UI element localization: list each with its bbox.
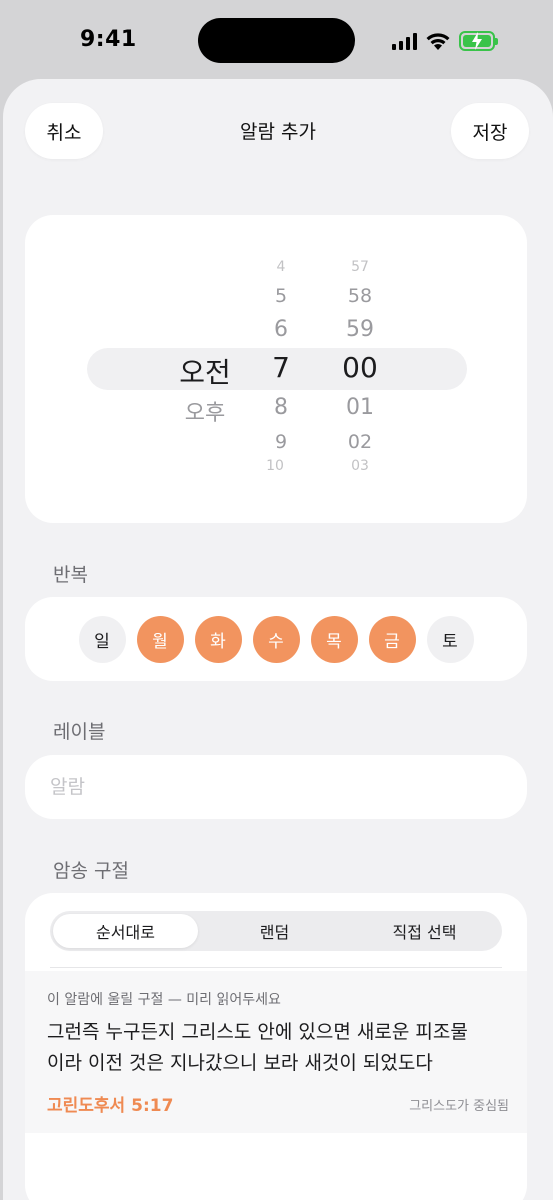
day-toggle-sun[interactable]: 일 [78, 615, 126, 663]
battery-charging-icon [459, 31, 498, 51]
status-bar: 9:41 [0, 0, 553, 80]
tab-sequential[interactable]: 순서대로 [53, 914, 198, 948]
hour-option[interactable]: 5 [275, 285, 287, 307]
day-toggle-fri[interactable]: 금 [368, 615, 416, 663]
day-toggle-tue[interactable]: 화 [194, 615, 242, 663]
hour-option[interactable]: 9 [275, 431, 287, 453]
save-button[interactable]: 저장 [451, 103, 529, 159]
preview-hint: 이 알람에 울릴 구절 — 미리 읽어두세요 [47, 992, 281, 1008]
day-toggle-thu[interactable]: 목 [310, 615, 358, 663]
minute-option[interactable]: 59 [346, 317, 374, 342]
verse-text-line: 이라 이전 것은 지나갔으니 보라 새것이 되었도다 [47, 1052, 433, 1074]
tab-manual-select[interactable]: 직접 선택 [350, 914, 499, 948]
hour-option-selected[interactable]: 7 [272, 351, 290, 384]
day-toggle-wed[interactable]: 수 [252, 615, 300, 663]
hour-option[interactable]: 4 [277, 259, 286, 275]
label-section-label: 레이블 [53, 721, 106, 743]
verse-text-line: 그런즉 누구든지 그리스도 안에 있으면 새로운 피조물 [47, 1021, 468, 1043]
repeat-days: 일 월 화 수 목 금 토 [25, 597, 527, 681]
ampm-option[interactable]: 오후 [185, 395, 225, 427]
day-toggle-sat[interactable]: 토 [426, 615, 474, 663]
status-icons [392, 28, 498, 54]
wifi-icon [426, 33, 450, 50]
verse-mode-segmented-control: 순서대로 랜덤 직접 선택 [50, 911, 502, 951]
ampm-option[interactable]: 오전 [179, 351, 231, 391]
repeat-section-label: 반복 [53, 564, 88, 586]
label-input[interactable] [50, 776, 490, 798]
verse-text: 그런즉 누구든지 그리스도 안에 있으면 새로운 피조물 이라 이전 것은 지나… [47, 1017, 507, 1079]
verse-theme: 그리스도가 중심됨 [409, 1099, 509, 1114]
signal-icon [392, 32, 417, 50]
label-field-container [25, 755, 527, 819]
minute-option[interactable]: 57 [351, 259, 369, 275]
hour-option[interactable]: 8 [274, 395, 288, 420]
verse-preview: 이 알람에 울릴 구절 — 미리 읽어두세요 그런즉 누구든지 그리스도 안에 … [25, 971, 527, 1133]
dynamic-island [198, 18, 355, 63]
hour-option[interactable]: 6 [274, 317, 288, 342]
tab-random[interactable]: 랜덤 [202, 914, 347, 948]
verse-section-label: 암송 구절 [53, 860, 129, 882]
minute-option[interactable]: 02 [348, 431, 372, 453]
divider [50, 967, 502, 968]
add-alarm-sheet: 취소 알람 추가 저장 오전 오후 4 5 6 7 8 9 10 57 58 5… [3, 79, 553, 1200]
verse-reference: 고린도후서 5:17 [47, 1096, 174, 1116]
day-toggle-mon[interactable]: 월 [136, 615, 184, 663]
minute-option[interactable]: 01 [346, 395, 374, 420]
hour-option[interactable]: 10 [266, 458, 284, 474]
minute-option[interactable]: 58 [348, 285, 372, 307]
minute-option-selected[interactable]: 00 [342, 351, 378, 384]
time-picker[interactable]: 오전 오후 4 5 6 7 8 9 10 57 58 59 00 01 02 0… [25, 215, 527, 523]
minute-option[interactable]: 03 [351, 458, 369, 474]
status-time: 9:41 [80, 27, 137, 52]
